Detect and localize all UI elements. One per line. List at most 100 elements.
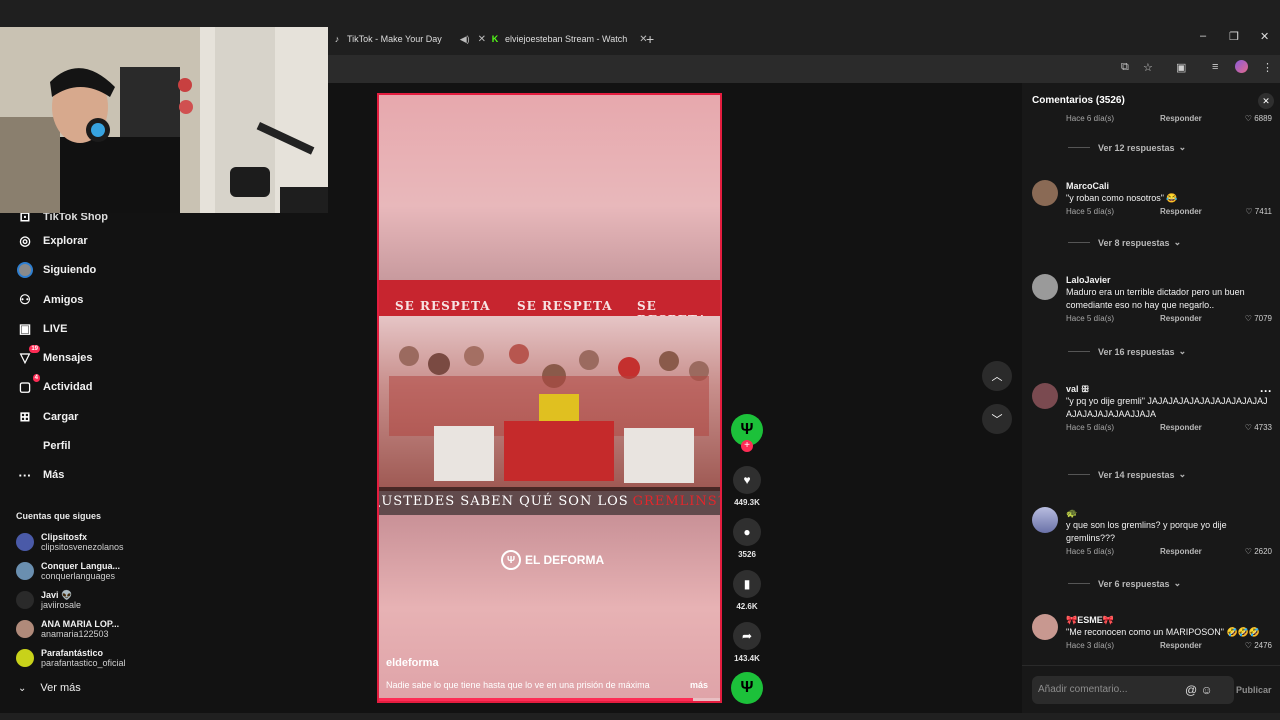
close-icon[interactable]: ✕ xyxy=(1258,93,1274,109)
comment-username[interactable]: MarcoCali xyxy=(1066,180,1272,192)
avatar xyxy=(16,591,34,609)
profile-avatar[interactable] xyxy=(1235,60,1248,73)
sidebar-item-mas[interactable]: ··· Más xyxy=(16,465,65,485)
comment-username[interactable]: 🎀ESME🎀 xyxy=(1066,614,1272,626)
view-replies-button[interactable]: Ver 14 respuestas ⌄ xyxy=(1068,469,1186,480)
live-icon: ▣ xyxy=(18,321,32,336)
tab-title: elviejoesteban Stream - Watch xyxy=(505,34,628,44)
video-blur-bottom xyxy=(379,515,720,701)
mention-icon[interactable]: @ xyxy=(1185,683,1197,697)
sidebar-item-perfil[interactable]: Perfil xyxy=(16,436,71,456)
sidebar-icon[interactable]: ▣ xyxy=(1176,61,1186,74)
eldeforma-logo-icon: Ψ xyxy=(501,550,521,570)
chevron-down-icon: ⌄ xyxy=(1173,237,1182,247)
comment-likes[interactable]: ♡ 6889 xyxy=(1245,114,1272,123)
input-icons: @ ☺ xyxy=(1185,683,1213,697)
cast-icon[interactable]: ⧉ xyxy=(1121,61,1129,74)
follow-plus-button[interactable]: + xyxy=(741,440,753,452)
video-banner: SE RESPETA SE RESPETA SE RESPETA xyxy=(379,280,720,327)
bookmark-star-icon[interactable]: ☆ xyxy=(1143,61,1153,74)
more-icon: ··· xyxy=(18,467,32,483)
minimize-button[interactable]: – xyxy=(1200,30,1206,42)
chevron-down-icon: ﹀ xyxy=(991,414,1003,426)
video-player[interactable]: SE RESPETA SE RESPETA SE RESPETA ¿USTEDE… xyxy=(377,93,722,703)
sidebar-item-siguiendo[interactable]: Siguiendo xyxy=(16,260,96,280)
reply-button[interactable]: Responder xyxy=(1160,207,1202,216)
comment-likes[interactable]: ♡ 7411 xyxy=(1245,207,1272,216)
restore-button[interactable]: ❐ xyxy=(1229,30,1239,43)
new-tab-button[interactable]: + xyxy=(646,31,654,47)
more-options-icon[interactable]: ··· xyxy=(1260,384,1272,398)
reply-button[interactable]: Responder xyxy=(1160,641,1202,650)
media-control-icon[interactable]: ≡ xyxy=(1212,61,1218,73)
comment-likes[interactable]: ♡ 2620 xyxy=(1245,547,1272,556)
tab-title: TikTok - Make Your Day xyxy=(347,34,442,44)
comment-username[interactable]: LaloJavier xyxy=(1066,274,1272,286)
avatar[interactable] xyxy=(1032,383,1058,409)
avatar[interactable] xyxy=(1032,274,1058,300)
post-button[interactable]: Publicar xyxy=(1236,685,1272,695)
sidebar-item-amigos[interactable]: ⚇ Amigos xyxy=(16,290,83,310)
sidebar-item-explorar[interactable]: ◎ Explorar xyxy=(16,231,87,251)
friends-icon: ⚇ xyxy=(19,292,31,307)
view-replies-button[interactable]: Ver 8 respuestas ⌄ xyxy=(1068,237,1181,248)
chevron-down-icon: ⌄ xyxy=(18,682,27,694)
following-account[interactable]: Javi 👽 javiirosale xyxy=(16,587,81,613)
comment-likes[interactable]: ♡ 7079 xyxy=(1245,314,1272,323)
comment-text: "y pq yo dije gremli" JAJAJAJAJAJAJAJAJA… xyxy=(1066,396,1268,419)
view-replies-button[interactable]: Ver 6 respuestas ⌄ xyxy=(1068,578,1181,589)
comment-likes[interactable]: ♡ 4733 xyxy=(1245,423,1272,432)
window-close-button[interactable]: ✕ xyxy=(1260,30,1269,43)
compass-icon: ◎ xyxy=(19,233,31,248)
sidebar-item-actividad[interactable]: ▢ 4 Actividad xyxy=(16,374,93,397)
see-more-button[interactable]: ⌄ Ver más xyxy=(18,682,81,694)
speaker-icon[interactable]: ◀) xyxy=(460,34,470,45)
previous-video-button[interactable]: ︿ xyxy=(982,361,1012,391)
comment-action[interactable]: ● 3526 xyxy=(732,518,762,559)
more-link[interactable]: más xyxy=(690,680,708,690)
comment-likes[interactable]: ♡ 2476 xyxy=(1245,641,1272,650)
emoji-icon[interactable]: ☺ xyxy=(1201,683,1213,697)
like-action[interactable]: ♥ 449.3K xyxy=(732,466,762,507)
view-replies-button[interactable]: Ver 12 respuestas ⌄ xyxy=(1068,142,1186,153)
following-account[interactable]: ANA MARIA LOP... anamaria122503 xyxy=(16,616,119,642)
comment-username[interactable]: val ꕥ xyxy=(1066,383,1272,395)
reply-button[interactable]: Responder xyxy=(1160,114,1202,123)
profile-icon xyxy=(16,438,34,454)
kick-icon: K xyxy=(491,34,499,44)
webcam-overlay xyxy=(0,27,328,213)
following-account[interactable]: Conquer Langua... conquerlanguages xyxy=(16,558,120,584)
following-icon xyxy=(16,262,34,278)
video-blur-top xyxy=(379,95,720,280)
sidebar-item-cargar[interactable]: ⊞ Cargar xyxy=(16,407,79,427)
following-account[interactable]: Clipsitosfx clipsitosvenezolanos xyxy=(16,529,124,555)
tab-tiktok[interactable]: ♪ TikTok - Make Your Day ◀) ✕ xyxy=(332,28,486,50)
comment-username[interactable]: 🐢 xyxy=(1066,507,1272,519)
next-video-button[interactable]: ﹀ xyxy=(982,404,1012,434)
sidebar-item-live[interactable]: ▣ LIVE xyxy=(16,319,68,339)
reply-button[interactable]: Responder xyxy=(1160,547,1202,556)
video-author[interactable]: eldeforma xyxy=(386,657,439,669)
comment-icon: ● xyxy=(733,518,761,546)
comment-text: "y roban como nosotros" 😂 xyxy=(1066,193,1178,203)
share-action[interactable]: ➦ 143.4K xyxy=(732,622,762,663)
tab-kick[interactable]: K elviejoesteban Stream - Watch ✕ xyxy=(490,28,648,50)
bookmark-icon: ▮ xyxy=(733,570,761,598)
chevron-down-icon: ⌄ xyxy=(1178,142,1187,152)
avatar[interactable] xyxy=(1032,180,1058,206)
sidebar-item-mensajes[interactable]: ▽ 19 Mensajes xyxy=(16,345,93,368)
reply-button[interactable]: Responder xyxy=(1160,314,1202,323)
avatar[interactable] xyxy=(1032,507,1058,533)
menu-kebab-icon[interactable]: ⋮ xyxy=(1262,61,1273,74)
video-progress-bar[interactable] xyxy=(379,698,720,701)
video-caption: ¿USTEDES SABEN QUÉ SON LOS GREMLINS? xyxy=(379,487,720,515)
following-account[interactable]: Parafantástico parafantastico_oficial xyxy=(16,645,126,671)
avatar[interactable] xyxy=(1032,614,1058,640)
view-replies-button[interactable]: Ver 16 respuestas ⌄ xyxy=(1068,346,1186,357)
tab-close-icon[interactable]: ✕ xyxy=(478,34,486,45)
avatar xyxy=(16,620,34,638)
save-action[interactable]: ▮ 42.6K xyxy=(732,570,762,611)
music-disc-icon[interactable]: Ψ xyxy=(731,672,763,704)
reply-button[interactable]: Responder xyxy=(1160,423,1202,432)
chevron-up-icon: ︿ xyxy=(991,371,1003,383)
